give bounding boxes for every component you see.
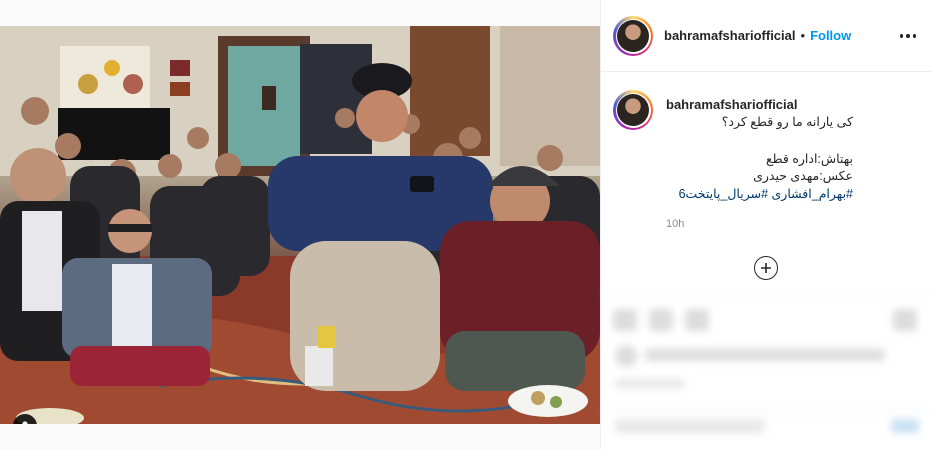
more-options-icon[interactable] (897, 26, 919, 46)
separator-dot: • (800, 28, 806, 43)
caption-username[interactable]: bahramafshariofficial (666, 97, 798, 112)
post-side-panel: bahramafshariofficial • Follow bahramafs… (600, 0, 931, 449)
avatar[interactable] (613, 16, 653, 56)
caption-line-2: بهتاش:اداره قطع (765, 152, 853, 166)
post-header: bahramafshariofficial • Follow (601, 0, 931, 72)
header-username[interactable]: bahramafshariofficial (664, 28, 796, 43)
plus-circle-icon[interactable] (754, 256, 778, 280)
photo-illustration (0, 26, 600, 424)
blurred-actions-area (601, 294, 931, 449)
follow-button[interactable]: Follow (810, 28, 851, 43)
caption-hashtags[interactable]: #بهرام_افشاری #سریال_پایتخت6 (621, 186, 853, 203)
caption-line-3: عکس:مهدی حیدری (753, 169, 853, 183)
caption-block: bahramafshariofficial کی یارانه ما رو قط… (601, 72, 931, 294)
caption-line-1: کی یارانه ما رو قطع کرد؟ (721, 115, 853, 129)
header-user-row: bahramafshariofficial • Follow (664, 28, 851, 43)
post-time: 10h (666, 218, 685, 230)
post-photo[interactable] (0, 26, 600, 424)
